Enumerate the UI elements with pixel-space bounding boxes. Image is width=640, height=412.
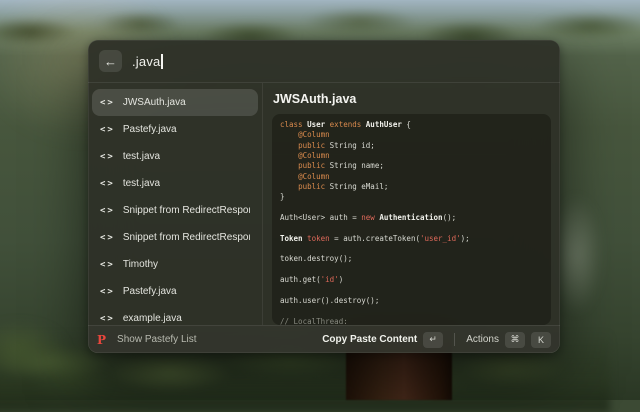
list-item-label: JWSAuth.java <box>123 97 186 108</box>
code-line <box>280 306 543 316</box>
list-item[interactable]: <> JWSAuth.java <box>92 89 258 116</box>
list-item[interactable]: <> Pastefy.java <box>92 116 258 143</box>
footer-divider <box>454 333 455 346</box>
code-line: auth.user().destroy(); <box>280 296 543 306</box>
list-item[interactable]: <> test.java <box>92 170 258 197</box>
show-pastefy-list-label: Show Pastefy List <box>117 334 196 345</box>
code-snippet-icon: <> <box>100 233 115 243</box>
actions-label: Actions <box>466 334 499 345</box>
search-query-text: .java <box>132 54 160 69</box>
list-item-label: Pastefy.java <box>123 124 177 135</box>
list-item-label: Timothy <box>123 259 158 270</box>
footer-bar: P Show Pastefy List Copy Paste Content ↵… <box>88 325 560 353</box>
results-list: <>JWSAuth.java<>Pastefy.java<>test.java<… <box>88 83 263 325</box>
code-line: token.destroy(); <box>280 254 543 264</box>
code-snippet-icon: <> <box>100 98 115 108</box>
code-block: class User extends AuthUser { @Column pu… <box>272 114 551 325</box>
list-item-label: Snippet from RedirectResponse.... <box>123 205 250 216</box>
pastefy-logo: P <box>97 333 106 347</box>
code-line: @Column <box>280 172 543 182</box>
code-line <box>280 286 543 296</box>
code-snippet-icon: <> <box>100 179 115 189</box>
code-line: public String id; <box>280 141 543 151</box>
code-line: public String name; <box>280 161 543 171</box>
k-key-icon: K <box>531 332 551 348</box>
code-line: @Column <box>280 130 543 140</box>
copy-paste-content-label: Copy Paste Content <box>322 334 417 345</box>
code-line: Auth<User> auth = new Authentication(); <box>280 213 543 223</box>
detail-title: JWSAuth.java <box>273 92 551 106</box>
list-item[interactable]: <> Timothy <box>92 251 258 278</box>
code-snippet-icon: <> <box>100 260 115 270</box>
search-input[interactable]: .java <box>132 54 163 69</box>
code-snippet-icon: <> <box>100 287 115 297</box>
code-line: Token token = auth.createToken('user_id'… <box>280 234 543 244</box>
code-snippet-icon: <> <box>100 314 115 324</box>
list-item[interactable]: <> Snippet from RedirectResponse.... <box>92 224 258 251</box>
search-bar: ← .java <box>88 40 560 83</box>
back-arrow-icon: ← <box>104 54 117 69</box>
code-line <box>280 203 543 213</box>
code-line: class User extends AuthUser { <box>280 120 543 130</box>
code-line: @Column <box>280 151 543 161</box>
code-snippet-icon: <> <box>100 152 115 162</box>
enter-key-icon: ↵ <box>423 332 443 348</box>
code-line <box>280 244 543 254</box>
list-item-label: test.java <box>123 178 160 189</box>
list-item-label: Pastefy.java <box>123 286 177 297</box>
list-item[interactable]: <> Pastefy.java <box>92 278 258 305</box>
code-line <box>280 265 543 275</box>
code-line: auth.get('id') <box>280 275 543 285</box>
list-item[interactable]: <> test.java <box>92 143 258 170</box>
list-item[interactable]: <> Snippet from RedirectResponse.... <box>92 197 258 224</box>
list-item-label: example.java <box>123 313 182 324</box>
content-area: <>JWSAuth.java<>Pastefy.java<>test.java<… <box>88 83 560 325</box>
text-caret <box>161 54 163 69</box>
back-button[interactable]: ← <box>99 50 122 72</box>
code-snippet-icon: <> <box>100 125 115 135</box>
actions-button[interactable]: Actions ⌘ K <box>466 332 551 348</box>
list-item-label: test.java <box>123 151 160 162</box>
code-line: } <box>280 192 543 202</box>
code-line <box>280 223 543 233</box>
copy-paste-content-button[interactable]: Copy Paste Content ↵ <box>322 332 443 348</box>
code-line: // LocalThread: <box>280 317 543 325</box>
list-item-label: Snippet from RedirectResponse.... <box>123 232 250 243</box>
detail-panel: JWSAuth.java class User extends AuthUser… <box>263 83 560 325</box>
list-item[interactable]: <> example.java <box>92 305 258 325</box>
launcher-window: ← .java <> JWSAuth.java <> Pastefy.java <> te… <box>88 40 560 353</box>
cmd-key-icon: ⌘ <box>505 332 525 348</box>
code-line: public String eMail; <box>280 182 543 192</box>
code-snippet-icon: <> <box>100 206 115 216</box>
